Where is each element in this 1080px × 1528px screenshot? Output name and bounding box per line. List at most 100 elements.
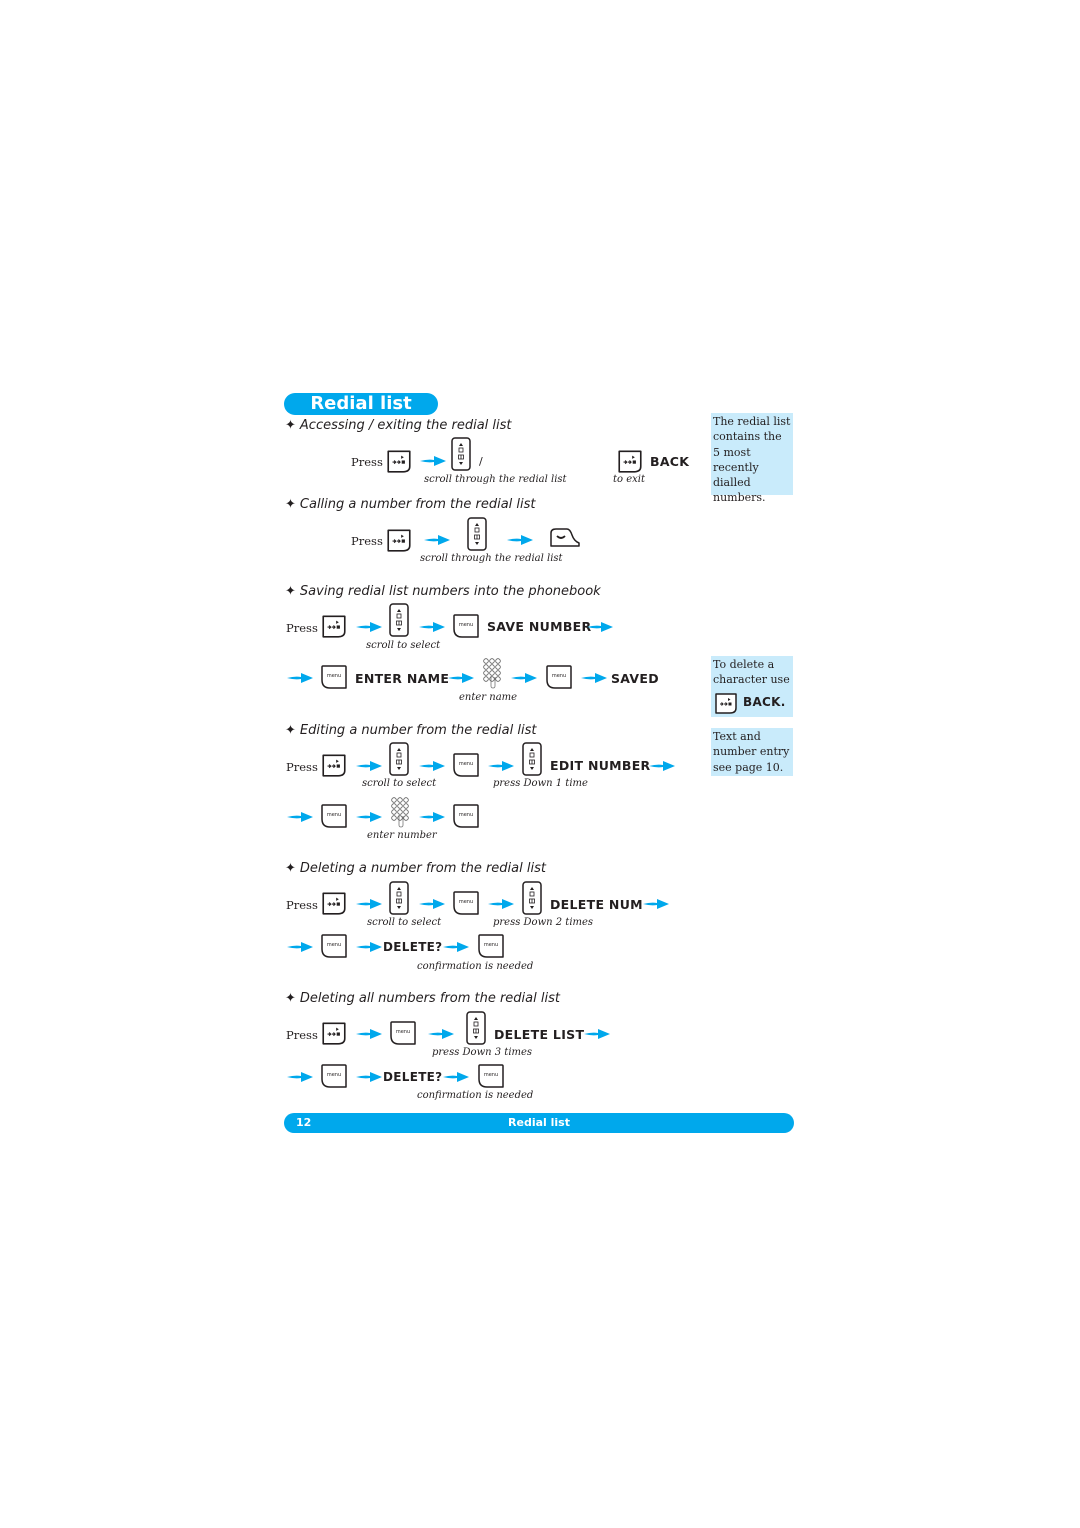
section-heading-calling: ✦ Calling a number from the redial list xyxy=(285,497,536,512)
arrow-right-icon xyxy=(584,1028,610,1040)
redial-key-icon xyxy=(385,448,413,474)
arrow-right-icon xyxy=(424,534,450,546)
caption: enter name xyxy=(459,692,518,703)
arrow-right-icon xyxy=(356,621,382,633)
press-label: Press xyxy=(351,534,383,548)
keypad-icon xyxy=(482,657,502,689)
arrow-right-icon xyxy=(443,941,469,953)
menu-key-icon xyxy=(452,803,480,829)
star-bullet-icon: ✦ xyxy=(285,497,296,512)
confirm-prompt-label: DELETE? xyxy=(383,940,443,954)
section-heading-text: Deleting all numbers from the redial lis… xyxy=(299,991,560,1006)
section-heading-deleting-all: ✦ Deleting all numbers from the redial li… xyxy=(285,991,560,1006)
caption: to exit xyxy=(613,474,645,485)
caption: confirmation is needed xyxy=(417,961,534,972)
section-heading-text: Deleting a number from the redial list xyxy=(299,861,546,876)
arrow-right-icon xyxy=(507,534,533,546)
arrow-right-icon xyxy=(420,455,446,467)
navigation-updown-key-icon xyxy=(389,742,409,776)
redial-key-icon xyxy=(320,1020,348,1046)
caption: scroll through the redial list xyxy=(420,553,563,564)
caption: scroll to select xyxy=(362,778,437,789)
arrow-right-icon xyxy=(643,898,669,910)
arrow-right-icon xyxy=(488,760,514,772)
arrow-right-icon xyxy=(649,760,675,772)
footer-title: Redial list xyxy=(508,1116,570,1129)
arrow-right-icon xyxy=(419,898,445,910)
redial-key-icon xyxy=(713,691,739,715)
star-bullet-icon: ✦ xyxy=(285,418,296,433)
section-heading-deleting-number: ✦ Deleting a number from the redial list xyxy=(285,861,546,876)
navigation-updown-key-icon xyxy=(389,603,409,637)
star-bullet-icon: ✦ xyxy=(285,584,296,599)
arrow-right-icon xyxy=(287,1071,313,1083)
menu-key-icon xyxy=(320,803,348,829)
arrow-right-icon xyxy=(581,672,607,684)
press-label: Press xyxy=(351,455,383,469)
arrow-right-icon xyxy=(356,898,382,910)
redial-key-icon xyxy=(320,890,348,916)
arrow-right-icon xyxy=(448,672,474,684)
caption: scroll to select xyxy=(366,640,441,651)
star-bullet-icon: ✦ xyxy=(285,861,296,876)
arrow-right-icon xyxy=(419,621,445,633)
arrow-right-icon xyxy=(428,1028,454,1040)
caption: scroll through the redial list xyxy=(424,474,567,485)
press-label: Press xyxy=(286,621,318,635)
caption: confirmation is needed xyxy=(417,1090,534,1101)
page-footer: 12 Redial list xyxy=(284,1113,794,1133)
section-heading-text: Accessing / exiting the redial list xyxy=(299,418,512,433)
menu-key-icon xyxy=(477,1063,505,1089)
arrow-right-icon xyxy=(419,811,445,823)
note-text: To delete a character use xyxy=(713,658,790,687)
back-label: BACK. xyxy=(743,694,786,709)
arrow-right-icon xyxy=(356,1071,382,1083)
arrow-right-icon xyxy=(511,672,537,684)
arrow-right-icon xyxy=(287,672,313,684)
menu-key-icon xyxy=(320,664,348,690)
menu-option-label: DELETE NUM xyxy=(550,897,643,912)
menu-key-icon xyxy=(320,1063,348,1089)
section-heading-text: Saving redial list numbers into the phon… xyxy=(299,584,601,599)
arrow-right-icon xyxy=(488,898,514,910)
press-label: Press xyxy=(286,760,318,774)
arrow-right-icon xyxy=(356,760,382,772)
arrow-right-icon xyxy=(587,621,613,633)
menu-key-icon xyxy=(452,613,480,639)
sidebar-note-text-entry: Text and number entry see page 10. xyxy=(711,728,793,776)
menu-option-label: SAVE NUMBER xyxy=(487,619,592,634)
keypad-icon xyxy=(390,796,410,828)
star-bullet-icon: ✦ xyxy=(285,991,296,1006)
call-key-icon xyxy=(548,527,582,549)
arrow-right-icon xyxy=(356,1028,382,1040)
sidebar-note-delete-char: To delete a character use BACK. xyxy=(711,656,793,717)
redial-key-icon xyxy=(616,448,644,474)
navigation-updown-key-icon xyxy=(389,881,409,915)
menu-key-icon xyxy=(452,752,480,778)
or-separator: / xyxy=(479,455,483,468)
star-bullet-icon: ✦ xyxy=(285,723,296,738)
caption: enter number xyxy=(367,830,437,841)
section-heading-text: Calling a number from the redial list xyxy=(299,497,536,512)
navigation-updown-key-icon xyxy=(466,1011,486,1045)
caption: press Down 2 times xyxy=(493,917,594,928)
menu-key-icon xyxy=(477,933,505,959)
arrow-right-icon xyxy=(419,760,445,772)
section-heading-text: Editing a number from the redial list xyxy=(299,723,537,738)
menu-option-label: ENTER NAME xyxy=(355,671,450,686)
arrow-right-icon xyxy=(356,811,382,823)
navigation-updown-key-icon xyxy=(522,881,542,915)
navigation-updown-key-icon xyxy=(451,437,471,471)
menu-key-icon xyxy=(320,933,348,959)
section-heading-editing: ✦ Editing a number from the redial list xyxy=(285,723,536,738)
menu-key-icon xyxy=(452,890,480,916)
caption: press Down 3 times xyxy=(432,1047,533,1058)
arrow-right-icon xyxy=(356,941,382,953)
confirm-prompt-label: DELETE? xyxy=(383,1070,443,1084)
redial-key-icon xyxy=(320,752,348,778)
menu-key-icon xyxy=(545,664,573,690)
redial-key-icon xyxy=(385,527,413,553)
caption: press Down 1 time xyxy=(493,778,588,789)
status-label: SAVED xyxy=(611,671,659,686)
redial-key-icon xyxy=(320,613,348,639)
